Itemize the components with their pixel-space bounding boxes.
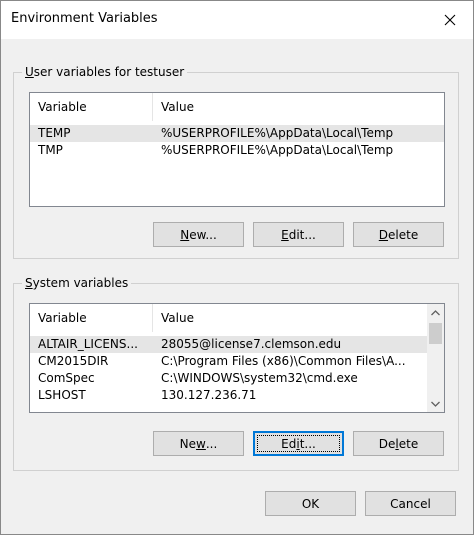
value-cell: C:\WINDOWS\system32\cmd.exe xyxy=(161,371,358,385)
user-variables-list[interactable]: Variable Value TEMP %USERPROFILE%\AppData… xyxy=(29,92,445,207)
table-row[interactable]: TEMP %USERPROFILE%\AppData\Local\Temp xyxy=(30,125,444,142)
variable-cell: ComSpec xyxy=(38,371,95,385)
table-row[interactable]: ComSpec C:\WINDOWS\system32\cmd.exe xyxy=(30,370,427,387)
user-delete-button[interactable]: Delete xyxy=(353,222,444,247)
close-button[interactable] xyxy=(427,1,473,39)
vertical-scrollbar[interactable] xyxy=(427,304,444,412)
environment-variables-dialog: Environment Variables User variables for… xyxy=(0,0,474,535)
value-cell: C:\Program Files (x86)\Common Files\A... xyxy=(161,354,406,368)
user-new-button[interactable]: New... xyxy=(153,222,244,247)
scroll-thumb[interactable] xyxy=(429,323,442,344)
list-header: Variable Value xyxy=(30,93,444,121)
system-variables-list[interactable]: Variable Value ALTAIR_LICENS... 28055@lic… xyxy=(29,303,445,413)
user-edit-button[interactable]: Edit... xyxy=(253,222,344,247)
system-edit-button[interactable]: Ed i t... xyxy=(253,431,344,456)
focus-ring xyxy=(257,435,340,452)
value-cell: 28055@license7.clemson.edu xyxy=(161,337,342,351)
user-variables-label: User variables for testuser xyxy=(22,65,188,79)
column-header-value[interactable]: Value xyxy=(153,304,427,332)
cancel-button[interactable]: Cancel xyxy=(365,491,456,516)
title-bar: Environment Variables xyxy=(1,1,473,39)
table-row[interactable]: TMP %USERPROFILE%\AppData\Local\Temp xyxy=(30,142,444,159)
chevron-up-icon xyxy=(431,309,440,315)
system-delete-button[interactable]: De l ete xyxy=(353,431,444,456)
close-icon xyxy=(444,14,456,26)
column-header-variable[interactable]: Variable xyxy=(30,304,153,332)
scroll-up-button[interactable] xyxy=(427,304,444,321)
system-variables-label: System variables xyxy=(22,276,132,290)
list-header: Variable Value xyxy=(30,304,427,332)
variable-cell: TEMP xyxy=(38,126,71,140)
variable-cell: CM2015DIR xyxy=(38,354,109,368)
column-header-value[interactable]: Value xyxy=(153,93,444,121)
ok-button[interactable]: OK xyxy=(265,491,356,516)
variable-cell: ALTAIR_LICENS... xyxy=(38,337,138,351)
column-header-variable[interactable]: Variable xyxy=(30,93,153,121)
variable-cell: LSHOST xyxy=(38,388,86,402)
table-row[interactable]: LSHOST 130.127.236.71 xyxy=(30,387,427,404)
chevron-down-icon xyxy=(431,401,440,407)
variable-cell: TMP xyxy=(38,143,63,157)
value-cell: %USERPROFILE%\AppData\Local\Temp xyxy=(161,126,394,140)
scroll-down-button[interactable] xyxy=(427,395,444,412)
value-cell: %USERPROFILE%\AppData\Local\Temp xyxy=(161,143,394,157)
window-title: Environment Variables xyxy=(11,11,158,26)
system-new-button[interactable]: Ne w... xyxy=(153,431,244,456)
table-row[interactable]: ALTAIR_LICENS... 28055@license7.clemson.e… xyxy=(30,336,427,353)
table-row[interactable]: CM2015DIR C:\Program Files (x86)\Common F… xyxy=(30,353,427,370)
value-cell: 130.127.236.71 xyxy=(161,388,257,402)
